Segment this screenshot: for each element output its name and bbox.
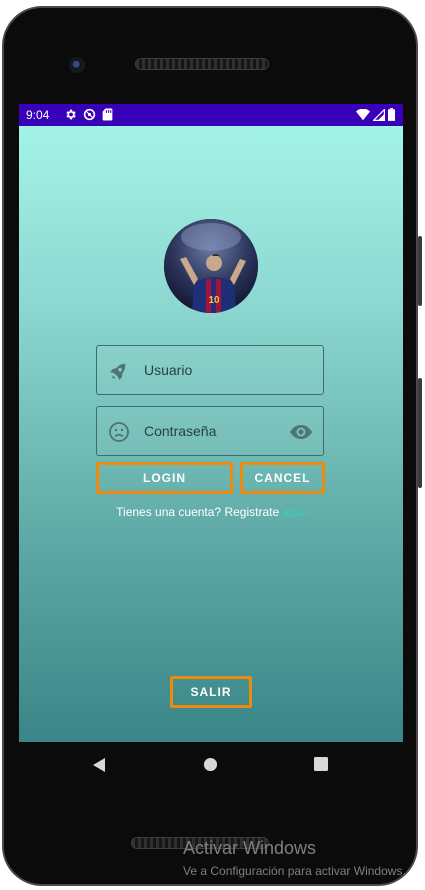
password-field[interactable]: Contraseña: [96, 406, 324, 456]
windows-activation-title: Activar Windows: [183, 838, 317, 858]
username-field[interactable]: Usuario: [96, 345, 324, 395]
cancel-button[interactable]: CANCEL: [240, 462, 325, 494]
username-placeholder: Usuario: [144, 362, 193, 378]
front-camera: [69, 57, 85, 73]
eye-icon[interactable]: [289, 420, 313, 444]
battery-icon: [388, 108, 395, 121]
back-icon[interactable]: [92, 757, 106, 773]
system-nav-bar: [19, 742, 403, 786]
login-button[interactable]: LOGIN: [96, 462, 233, 494]
sync-blocked-icon: [83, 108, 96, 121]
wifi-icon: [356, 108, 370, 120]
sd-card-icon: [102, 108, 113, 121]
profile-avatar: 10: [164, 219, 258, 313]
app-screen: 9:04 10 Usuario Contraseña LOGIN CANCEL …: [19, 104, 403, 742]
signal-icon: [373, 108, 385, 121]
status-time: 9:04: [26, 108, 50, 122]
avatar-image: 10: [164, 219, 258, 313]
status-bar: 9:04: [19, 104, 403, 126]
svg-text:10: 10: [208, 295, 220, 306]
top-speaker: [135, 58, 269, 70]
home-icon[interactable]: [203, 757, 218, 772]
password-placeholder: Contraseña: [144, 423, 217, 439]
recents-icon[interactable]: [314, 757, 328, 771]
sad-face-icon: [109, 422, 129, 442]
register-prompt-text: Tienes una cuenta? Registrate: [116, 505, 280, 519]
register-prompt: Tienes una cuenta? Registrate aquí: [19, 505, 403, 519]
power-button: [418, 378, 422, 488]
gear-icon: [66, 109, 76, 120]
rocket-icon: [110, 363, 126, 380]
volume-button: [418, 236, 422, 306]
windows-activation-subtitle: Ve a Configuración para activar Windows.: [183, 864, 406, 878]
register-link[interactable]: aquí: [282, 505, 305, 519]
exit-button[interactable]: SALIR: [170, 676, 252, 708]
